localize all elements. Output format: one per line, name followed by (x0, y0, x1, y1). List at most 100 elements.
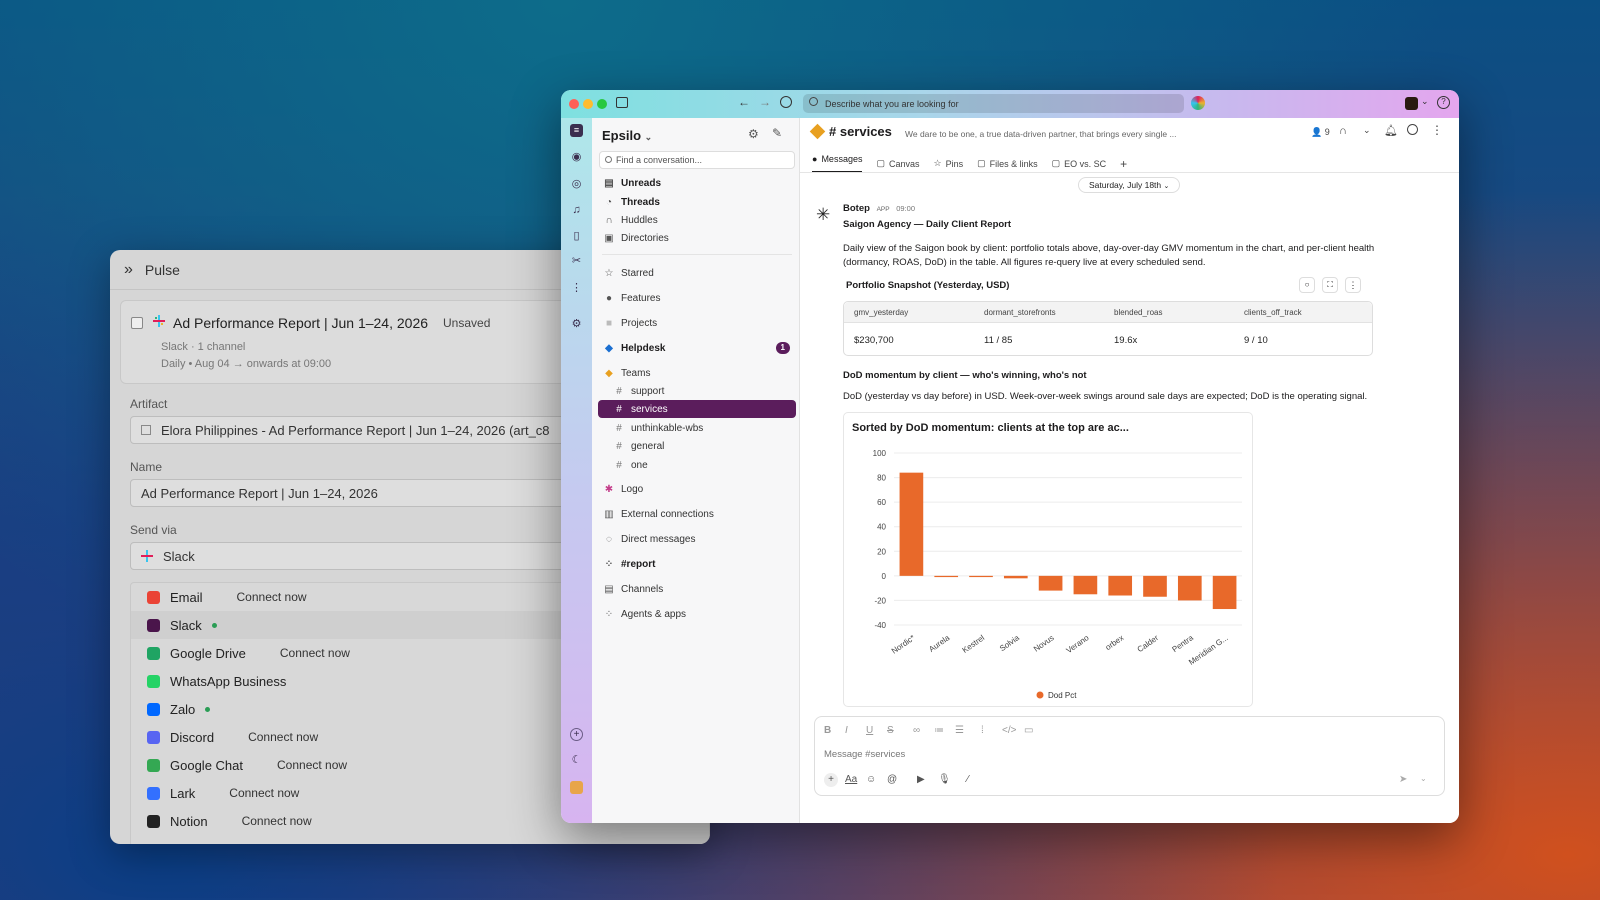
minimize-window-button[interactable] (583, 99, 593, 109)
members-button[interactable]: 👤 9 (1311, 127, 1330, 138)
search-bar[interactable]: Describe what you are looking for (803, 94, 1184, 113)
slash-command-icon[interactable]: ⁄ (967, 774, 969, 785)
code-icon[interactable]: </> (1002, 725, 1016, 736)
microphone-icon[interactable]: 🎙︎ (938, 774, 951, 785)
tab-files-links[interactable]: ▢ Files & links (977, 154, 1038, 173)
strikethrough-icon[interactable]: S (887, 725, 894, 736)
message-input[interactable]: Message #services (824, 749, 905, 760)
sidebar-item-one[interactable]: # one (598, 456, 796, 474)
ordered-list-icon[interactable]: ≔ (934, 725, 944, 736)
sidebar-item-services[interactable]: # services (598, 400, 796, 418)
sender-name[interactable]: Botep (843, 203, 870, 214)
artifact-checkbox[interactable] (141, 425, 151, 435)
sidebar-item-support[interactable]: # support (598, 382, 796, 400)
video-icon[interactable]: ▶ (917, 774, 925, 785)
blockquote-icon[interactable]: ⁞ (981, 725, 984, 736)
sidebar-item-helpdesk[interactable]: ◆ Helpdesk 1 (598, 339, 796, 357)
connect-now-button[interactable]: Connect now (242, 814, 312, 828)
tools-icon[interactable]: ✂ (570, 255, 583, 268)
compose-icon[interactable]: ✎ (772, 126, 782, 140)
send-via-label: Send via (130, 523, 177, 537)
connect-now-button[interactable]: Connect now (280, 646, 350, 660)
sidebar-item-report[interactable]: ⁘ #report (598, 555, 796, 573)
chevron-down-icon[interactable]: ⌄ (1420, 774, 1427, 783)
help-icon[interactable]: ? (1437, 96, 1450, 109)
close-window-button[interactable] (569, 99, 579, 109)
tab-canvas[interactable]: ▢ Canvas (876, 154, 919, 173)
settings-icon[interactable]: ⚙ (570, 318, 583, 331)
add-icon[interactable]: + (570, 728, 583, 741)
workspace-avatar[interactable] (1405, 97, 1418, 110)
connect-now-button[interactable]: Connect now (229, 786, 299, 800)
moon-icon[interactable]: ☾ (570, 754, 583, 767)
sidebar-item-general[interactable]: # general (598, 437, 796, 455)
activity-icon[interactable]: ◉ (570, 151, 583, 164)
date-divider[interactable]: Saturday, July 18th ⌄ (1078, 177, 1181, 193)
collapse-icon[interactable]: » (124, 261, 133, 279)
dms-icon[interactable]: ◎ (570, 178, 583, 191)
sidebar-item-channels[interactable]: ▤ Channels (598, 580, 796, 598)
formatting-icon[interactable]: Aa (845, 774, 857, 785)
sidebar-item-teams[interactable]: ◆ Teams (598, 364, 796, 382)
add-icon[interactable]: + (824, 773, 838, 787)
bell-icon[interactable]: ♫ (570, 204, 583, 217)
tab-pins[interactable]: ☆ Pins (934, 154, 964, 173)
emoji-icon[interactable]: ☺ (866, 774, 876, 785)
unread-badge: 1 (775, 342, 790, 354)
underline-icon[interactable]: U (866, 725, 873, 736)
channel-description[interactable]: We dare to be one, a true data-driven pa… (905, 129, 1195, 139)
italic-icon[interactable]: I (845, 725, 848, 736)
tab-eo-vs-sc[interactable]: ▢ EO vs. SC (1052, 154, 1107, 173)
bot-avatar[interactable]: ✳ (816, 205, 830, 225)
channel-header[interactable]: # services (809, 123, 892, 140)
send-icon[interactable]: ➤ (1399, 774, 1407, 785)
chevron-down-icon[interactable]: ⌄ (1363, 125, 1371, 136)
sidebar-toggle-icon[interactable] (616, 97, 628, 108)
sidebar-item-external-connections[interactable]: ▥ External connections (598, 505, 796, 523)
huddle-icon[interactable]: ∩ (1339, 125, 1347, 137)
bookmark-icon[interactable]: ▯ (570, 230, 583, 243)
channel-title[interactable]: # services (829, 124, 892, 139)
link-icon[interactable]: ∞ (913, 725, 920, 736)
connect-now-button[interactable]: Connect now (277, 758, 347, 772)
mention-icon[interactable]: @ (887, 774, 897, 785)
sidebar-item-threads[interactable]: ◔ Threads (598, 193, 796, 211)
sidebar-item-directories[interactable]: ▣ Directories (598, 229, 796, 247)
sidebar-item-unthinkable-wbs[interactable]: # unthinkable-wbs (598, 419, 796, 437)
gear-icon[interactable]: ⚙ (748, 127, 759, 141)
notifications-icon[interactable]: 🔔︎ (1384, 124, 1398, 137)
workspace-name[interactable]: Epsilo ⌄ (602, 128, 652, 143)
search-icon[interactable]: ○ (1299, 277, 1315, 293)
add-tab-icon[interactable]: + (1120, 154, 1127, 173)
code-block-icon[interactable]: ▭ (1024, 725, 1033, 736)
chevron-down-icon[interactable]: ⌄ (1421, 96, 1429, 107)
find-conversation-input[interactable]: Find a conversation... (599, 151, 795, 169)
message-time[interactable]: 09:00 (896, 204, 915, 213)
tab-messages[interactable]: ● Messages (812, 154, 863, 173)
forward-arrow-icon[interactable]: → (759, 95, 771, 109)
expand-icon[interactable]: ⛶ (1322, 277, 1338, 293)
connect-now-button[interactable]: Connect now (237, 590, 307, 604)
sidebar-item-unreads[interactable]: ▤ Unreads (598, 174, 796, 192)
more-icon[interactable]: ⋮ (1431, 123, 1443, 137)
sidebar-item-huddles[interactable]: ∩ Huddles (598, 211, 796, 229)
report-checkbox[interactable] (131, 317, 143, 329)
sidebar-item-agents-apps[interactable]: ⁘ Agents & apps (598, 605, 796, 623)
sidebar-item-logo[interactable]: ✱ Logo (598, 480, 796, 498)
history-icon[interactable] (780, 96, 792, 108)
bold-icon[interactable]: B (824, 725, 831, 736)
ai-assistant-icon[interactable] (1191, 96, 1205, 110)
sidebar-item-direct-messages[interactable]: ◌ Direct messages (598, 530, 796, 548)
sidebar-item-projects[interactable]: ■ Projects (598, 314, 796, 332)
connect-now-button[interactable]: Connect now (248, 730, 318, 744)
sidebar-item-starred[interactable]: ☆ Starred (598, 264, 796, 282)
user-avatar[interactable] (570, 781, 583, 794)
more-icon[interactable]: ⋮ (1345, 277, 1361, 293)
more-icon[interactable]: ⋮ (570, 282, 583, 295)
bullet-list-icon[interactable]: ☰ (955, 725, 964, 736)
sidebar-item-features[interactable]: ● Features (598, 289, 796, 307)
back-arrow-icon[interactable]: ← (738, 95, 750, 109)
search-icon[interactable] (1407, 124, 1418, 135)
home-icon[interactable]: ≡ (570, 124, 583, 137)
maximize-window-button[interactable] (597, 99, 607, 109)
